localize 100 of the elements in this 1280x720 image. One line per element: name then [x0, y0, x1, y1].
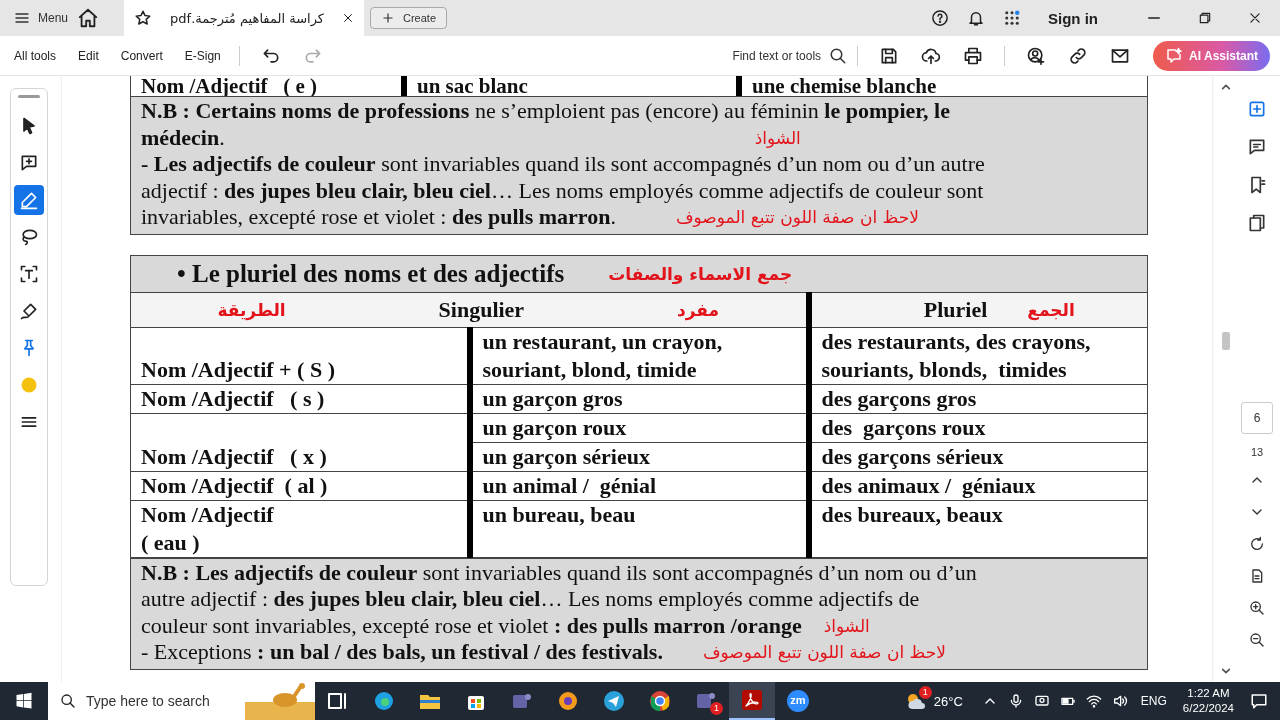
paper-plane-icon — [602, 689, 626, 713]
link-icon[interactable] — [1068, 45, 1089, 66]
apps-grid-icon[interactable] — [1003, 9, 1021, 27]
language-indicator[interactable]: ENG — [1140, 694, 1167, 708]
zoom-out-icon[interactable] — [1249, 632, 1265, 648]
print-icon[interactable] — [963, 45, 984, 66]
handwritten-note: لاحظ ان صفة اللون تتبع الموصوف — [675, 206, 919, 229]
table-cell: Nom /Adjectif ( eau ) — [130, 500, 470, 557]
table-cell: un garçon roux — [469, 413, 809, 442]
table-cell: des garçons sérieux — [808, 442, 1148, 471]
toolbar-menu-item[interactable]: Edit — [78, 48, 99, 63]
page-count: 13 — [1250, 446, 1264, 458]
clock-date[interactable]: 6/22/2024 — [1182, 701, 1234, 716]
panel-grip[interactable] — [18, 95, 40, 98]
ai-assistant-button[interactable]: AI Assistant — [1153, 40, 1270, 71]
scroll-down-icon[interactable] — [1221, 666, 1231, 676]
taskbar-search-field[interactable]: Type here to search — [48, 682, 315, 720]
wifi-icon[interactable] — [1085, 693, 1102, 709]
page-number-field[interactable]: 6 — [1241, 402, 1273, 434]
handwritten-note: الطريقة — [217, 298, 286, 321]
table-cell-text: Nom /Adjectif ( e ) — [140, 76, 319, 96]
create-button[interactable]: Create — [370, 7, 448, 29]
sign-in-button[interactable]: Sign in — [1048, 9, 1098, 27]
taskbar-app-button[interactable]: 1 — [683, 682, 729, 720]
scrollbar-thumb[interactable] — [1222, 332, 1230, 350]
tab-title[interactable]: كراسة المفاهيم مُترجمة.pdf — [170, 10, 324, 26]
notifications-icon[interactable] — [1250, 692, 1268, 710]
zoom-in-icon[interactable] — [1249, 600, 1265, 616]
pdf-app-icon — [740, 688, 764, 712]
pages-icon[interactable] — [1247, 213, 1267, 233]
handwritten-note: مفرد — [677, 298, 720, 321]
toolbar-menu-item[interactable]: All tools — [14, 48, 57, 63]
search-icon — [829, 46, 848, 65]
toolbar-menu-item[interactable]: Convert — [120, 48, 163, 63]
column-header: Pluriel — [923, 295, 988, 324]
app-label: zm — [790, 693, 806, 707]
column-header: Singulier — [438, 295, 525, 324]
refresh-icon[interactable] — [1249, 536, 1265, 552]
help-icon[interactable] — [931, 9, 949, 27]
document-icon[interactable] — [1249, 568, 1265, 584]
note-line: N.B : Les adjectifs de couleur sont invariables quand ils sont accompagnés d’un nom ou d’un — [141, 559, 977, 586]
handwritten-note: الجمع — [1027, 298, 1075, 321]
table-cell: un garçon sérieux — [469, 442, 809, 471]
note-line: - Les adjectifs de couleur sont invariables quand ils sont accompagnés d’un nom ou d’un autre — [141, 151, 985, 178]
video-app-icon — [786, 689, 810, 713]
table-cell: Nom /Adjectif ( s ) — [130, 384, 470, 413]
notification-bell-icon[interactable] — [967, 9, 985, 27]
color-dot-icon — [19, 375, 39, 395]
edit-pdf-icon[interactable] — [1247, 99, 1267, 119]
menu-button[interactable]: Menu — [14, 10, 69, 26]
chrome-icon — [648, 689, 672, 713]
search-highlight-drawing — [245, 682, 315, 720]
pen-icon — [19, 190, 39, 210]
handwritten-note: لاحظ ان صفة اللون تتبع الموصوف — [702, 641, 946, 664]
toolbar-menu-item[interactable]: E-Sign — [184, 48, 221, 63]
table-cell: des garçons roux — [808, 413, 1148, 442]
sign-pen-icon — [19, 301, 39, 321]
close-icon[interactable] — [1248, 11, 1262, 25]
screen-share-icon[interactable] — [1033, 693, 1050, 709]
notification-badge: 1 — [710, 702, 723, 715]
handwritten-note: الشواذ — [823, 614, 870, 637]
table-cell: des animaux / géniaux — [808, 471, 1148, 500]
speaker-icon[interactable] — [1111, 693, 1128, 709]
restore-icon[interactable] — [1198, 11, 1212, 25]
taskbar-app-button[interactable] — [729, 682, 775, 720]
note-line: autre adjectif : des jupes bleu clair, bleu ciel… Les noms employés comme adjectifs de — [141, 586, 920, 613]
sparkle-chat-icon — [1165, 46, 1184, 65]
document-tab[interactable]: كراسة المفاهيم مُترجمة.pdf — [124, 0, 364, 36]
note-line: - Exceptions : un bal / des bals, un festival / des festivals. — [141, 639, 663, 666]
weather-button[interactable]: 1 26°C — [903, 689, 963, 713]
table-cell: Nom /Adjectif ( x ) — [130, 413, 470, 471]
browser-icon — [372, 689, 396, 713]
windows-start-icon[interactable] — [15, 692, 33, 710]
close-icon[interactable] — [342, 12, 354, 24]
note-line: N.B : Certains noms de professions ne s’emploient pas (encore) au féminin le pompier, le — [141, 98, 950, 125]
comment-icon[interactable] — [1247, 137, 1267, 157]
table-cell: Nom /Adjectif ( al ) — [130, 471, 470, 500]
user-add-icon[interactable] — [1026, 45, 1047, 66]
note-line: médecin. — [141, 124, 225, 151]
home-icon[interactable] — [77, 7, 100, 29]
search-placeholder: Type here to search — [86, 693, 210, 709]
plus-icon — [381, 11, 395, 25]
table-cell: Nom /Adjectif + ( S ) — [130, 327, 470, 384]
note-line: couleur sont invariables, excepté rose et violet : des pulls marron /orange — [141, 612, 802, 639]
find-button[interactable]: Find text or tools — [732, 46, 848, 65]
table-cell: un garçon gros — [469, 384, 809, 413]
handwritten-note: الشواذ — [754, 126, 801, 149]
text-select-icon — [19, 264, 39, 284]
note-line: invariables, excepté rose et violet : des pulls marron. — [141, 204, 616, 231]
section-title: • Le pluriel des noms et des adjectifs — [177, 258, 565, 289]
star-icon[interactable] — [134, 9, 153, 27]
handwritten-note: جمع الاسماء والصفات — [608, 262, 793, 285]
lasso-icon — [19, 227, 39, 247]
scroll-up-icon[interactable] — [1221, 82, 1231, 92]
table-cell: un animal / génial — [469, 471, 809, 500]
comment-add-icon — [19, 153, 39, 173]
note-line: adjectif : des jupes bleu clair, bleu ciel… Les noms employés comme adjectifs de couleur sont — [141, 177, 984, 204]
clock-time[interactable]: 1:22 AM — [1187, 686, 1230, 701]
table-cell: des garçons gros — [808, 384, 1148, 413]
search-icon — [60, 693, 76, 709]
